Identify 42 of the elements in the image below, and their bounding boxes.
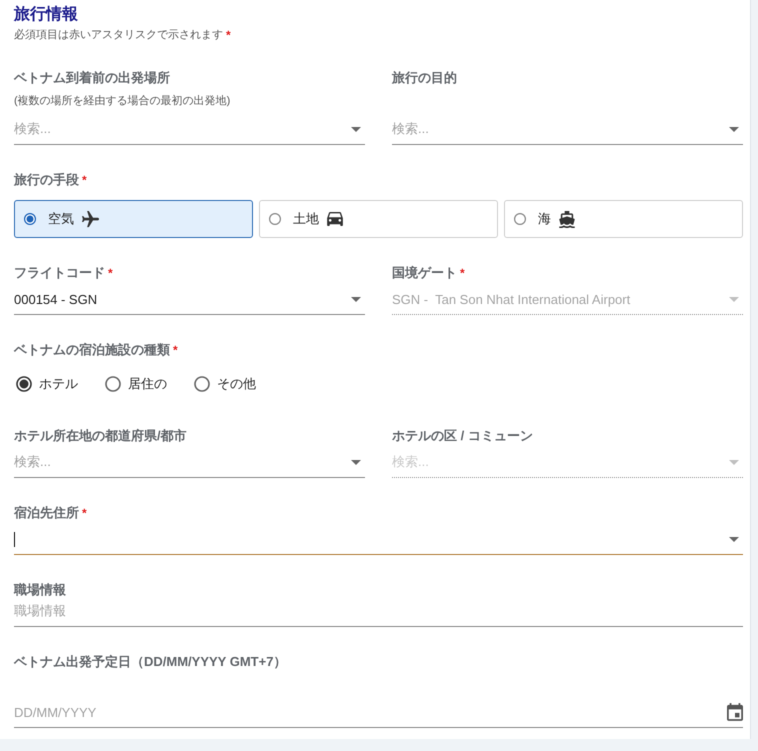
radio-option[interactable]: その他 <box>194 375 256 393</box>
dropdown-caret-icon <box>729 460 739 464</box>
field-label: 国境ゲート <box>392 264 457 282</box>
dropdown-caret-icon <box>729 296 739 302</box>
airplane-icon <box>82 210 99 228</box>
field-label: 宿泊先住所 <box>14 504 79 522</box>
dropdown-field[interactable]: 000154 - SGN <box>14 284 365 315</box>
field-label: ベトナム出発予定日（DD/MM/YYYY GMT+7） <box>14 653 286 671</box>
radio-option[interactable]: ホテル <box>16 375 78 393</box>
field-label: ベトナムの宿泊施設の種類 <box>14 341 170 359</box>
calendar-icon[interactable] <box>727 703 743 721</box>
field-label: 旅行の目的 <box>392 69 457 87</box>
dropdown-caret-icon <box>729 536 739 542</box>
ship-icon <box>559 210 575 228</box>
field-label: ホテル所在地の都道府県/都市 <box>14 427 187 445</box>
required-asterisk: * <box>82 172 87 189</box>
required-note: 必須項目は赤いアスタリスクで示されます <box>14 28 223 43</box>
dropdown-caret-icon <box>351 460 361 464</box>
field-label: 職場情報 <box>14 581 66 599</box>
radio-option[interactable]: 居住の <box>105 375 167 393</box>
required-asterisk: * <box>460 265 465 282</box>
required-asterisk: * <box>173 342 178 359</box>
field-hint: (複数の場所を経由する場合の最初の出発地) <box>14 94 232 109</box>
transport-option-card[interactable]: 海 <box>504 200 743 238</box>
dropdown-caret-icon <box>351 296 361 302</box>
dropdown-caret-icon <box>729 126 739 132</box>
field-label: 旅行の手段 <box>14 171 79 189</box>
radio-icon <box>269 213 281 225</box>
required-asterisk: * <box>82 505 87 522</box>
required-asterisk: * <box>226 27 231 43</box>
transport-option-card[interactable]: 空気 <box>14 200 253 238</box>
dropdown-caret-icon <box>351 126 361 132</box>
text-cursor <box>14 532 15 546</box>
required-asterisk: * <box>108 265 113 282</box>
section-title: 旅行情報 <box>14 5 79 25</box>
radio-icon <box>24 213 36 225</box>
field-label: フライトコード <box>14 264 105 282</box>
transport-option-card[interactable]: 土地 <box>259 200 498 238</box>
field-label: ベトナム到着前の出発場所 <box>14 69 170 87</box>
car-icon <box>327 212 343 226</box>
radio-icon <box>514 213 526 225</box>
field-label: ホテルの区 / コミューン <box>392 427 533 445</box>
